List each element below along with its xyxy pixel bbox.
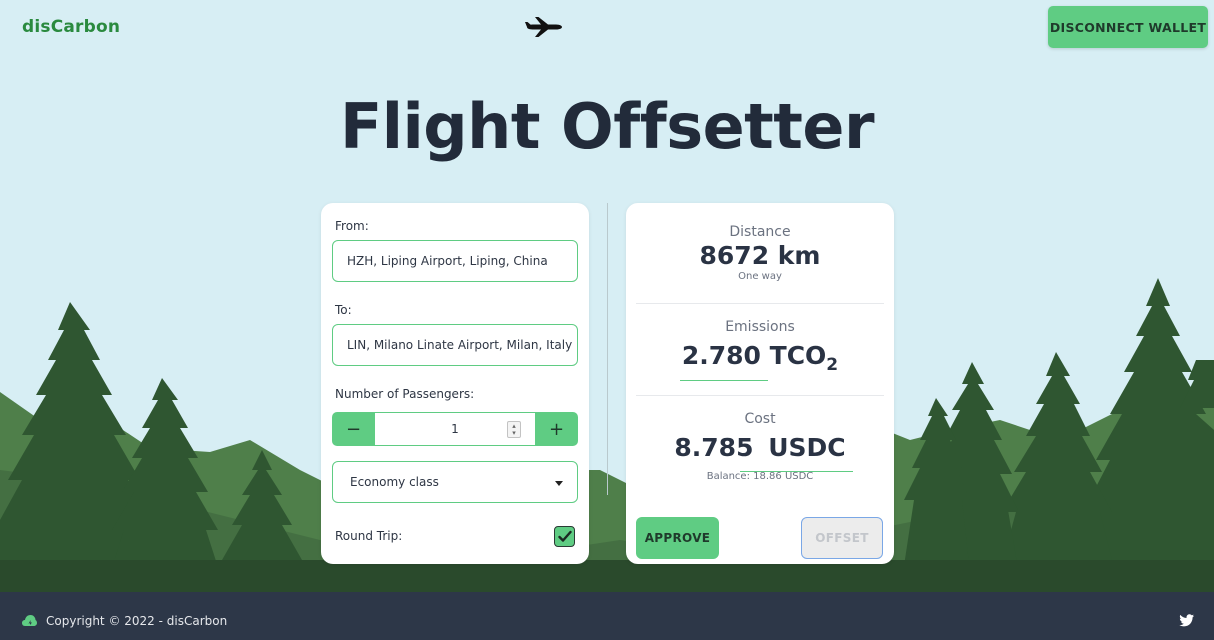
- wallet-balance: Balance: 18.86 USDC: [706, 471, 814, 482]
- distance-label: Distance: [729, 224, 791, 240]
- from-label: From:: [335, 219, 369, 233]
- from-input[interactable]: HZH, Liping Airport, Liping, China: [332, 240, 578, 282]
- passengers-value: 1: [451, 422, 459, 436]
- emissions-unit: TCO2: [769, 341, 839, 375]
- distance-value: 8672 km: [699, 241, 821, 270]
- emissions-underline: [680, 380, 768, 381]
- emissions-value: 2.780: [681, 341, 761, 370]
- distance-note: One way: [738, 271, 782, 282]
- round-trip-label: Round Trip:: [335, 529, 403, 543]
- decrement-passengers-button[interactable]: −: [332, 412, 375, 446]
- flight-form-card: From: HZH, Liping Airport, Liping, China…: [321, 203, 589, 564]
- separator: [636, 303, 884, 304]
- spin-arrows-icon[interactable]: ▴ ▾: [507, 421, 521, 438]
- vertical-divider: [607, 203, 608, 495]
- footer: Copyright © 2022 - disCarbon: [0, 592, 1214, 640]
- chevron-down-icon: [555, 481, 563, 486]
- round-trip-checkbox[interactable]: [554, 526, 575, 547]
- checkmark-icon: [558, 530, 572, 542]
- class-select[interactable]: Economy class: [332, 461, 578, 503]
- airplane-icon: [525, 17, 562, 37]
- approve-button[interactable]: APPROVE: [636, 517, 719, 559]
- emissions-section: Emissions 2.780 TCO2: [636, 319, 884, 375]
- passengers-label: Number of Passengers:: [335, 387, 475, 401]
- increment-passengers-button[interactable]: +: [535, 412, 578, 446]
- class-select-value: Economy class: [350, 475, 439, 489]
- cost-readout: 8.785 USDC: [636, 433, 884, 462]
- offset-button[interactable]: OFFSET: [801, 517, 883, 559]
- separator: [636, 395, 884, 396]
- header: disCarbon DISCONNECT WALLET: [0, 0, 1214, 56]
- passengers-input[interactable]: 1 ▴ ▾: [375, 412, 535, 446]
- copyright-text: Copyright © 2022 - disCarbon: [46, 614, 228, 628]
- leaf-icon: [22, 615, 37, 626]
- offset-summary-card: Distance 8672 km One way Emissions 2.780…: [626, 203, 894, 564]
- disconnect-wallet-button[interactable]: DISCONNECT WALLET: [1048, 6, 1208, 48]
- brand-logo[interactable]: disCarbon: [22, 17, 120, 37]
- cost-currency-select[interactable]: USDC: [768, 433, 845, 462]
- emissions-label: Emissions: [725, 319, 795, 335]
- page-title: Flight Offsetter: [339, 90, 875, 163]
- cost-value: 8.785: [674, 433, 754, 462]
- twitter-icon[interactable]: [1179, 614, 1194, 627]
- emissions-readout: 2.780 TCO2: [636, 341, 884, 375]
- passengers-stepper: − 1 ▴ ▾ +: [332, 412, 578, 446]
- to-label: To:: [335, 303, 352, 317]
- cost-label: Cost: [744, 411, 776, 427]
- cost-underline: [740, 471, 853, 472]
- to-input[interactable]: LIN, Milano Linate Airport, Milan, Italy: [332, 324, 578, 366]
- distance-section: Distance 8672 km One way: [636, 224, 884, 282]
